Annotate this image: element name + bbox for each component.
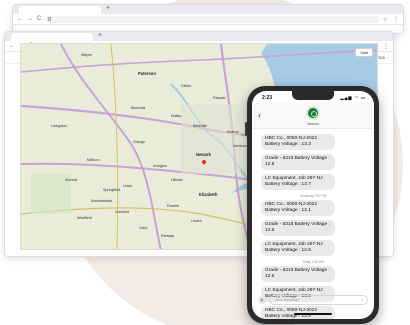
- status-bar: 2:23 ▂▄▆ ◠ ▭: [252, 93, 374, 101]
- map-place: Paterson: [138, 71, 156, 76]
- map-place: Orange: [133, 140, 145, 144]
- map-place: Hillside: [171, 178, 183, 182]
- back-chevron-icon[interactable]: ‹: [258, 110, 261, 120]
- menu-icon[interactable]: ⋮: [393, 16, 399, 23]
- message-bubble: HBC Co., 0050-NJ-2022 Battery Voltage : …: [261, 134, 335, 150]
- phone-screen: 2:23 ▂▄▆ ◠ ▭ ‹ Verizon HBC Co., 0050-NJ-…: [252, 91, 374, 319]
- browser-window-back: + ← → C ☆ ⋮: [12, 4, 404, 34]
- message-bubble: LC Equipment, Job 297-NJ Battery Voltage…: [261, 240, 335, 256]
- urban-area: [181, 104, 241, 174]
- timestamp: Yesterday 7:57 PM: [299, 194, 327, 198]
- map-place: Harrison: [233, 144, 247, 148]
- text-message-placeholder: Text Message: [275, 297, 300, 302]
- bookmark-star-icon[interactable]: ☆: [383, 16, 388, 23]
- contact-avatar[interactable]: [306, 106, 320, 120]
- marketing-composite: + ← → C ☆ ⋮ + ← → C ☆ ◯ ⋮: [0, 0, 410, 325]
- message-bubble: Grade - 5318 Battery Voltage : 12.6: [261, 266, 335, 282]
- map-place: Wayne: [81, 53, 93, 57]
- address-bar[interactable]: [45, 15, 379, 23]
- back-arrow-icon[interactable]: ←: [9, 41, 15, 52]
- menu-icon[interactable]: ⋮: [383, 43, 389, 50]
- map-place: Passaic: [213, 96, 226, 100]
- contact-name[interactable]: Verizon: [252, 122, 374, 126]
- status-icons: ▂▄▆ ◠ ▭: [340, 95, 366, 100]
- map-place: Kearny: [227, 130, 239, 134]
- new-tab-button[interactable]: +: [98, 32, 102, 40]
- map-place: Summit: [65, 178, 78, 182]
- status-time: 2:23: [262, 95, 273, 101]
- map-place: Belleville: [193, 124, 208, 128]
- road-route24: [110, 44, 119, 249]
- browser-toolbar: ← → C ☆ ⋮: [13, 14, 403, 25]
- map-place: Rahway: [161, 234, 174, 238]
- tab-bar: +: [5, 32, 393, 41]
- map-place: Clifton: [181, 84, 192, 88]
- forward-arrow-icon[interactable]: →: [27, 14, 33, 25]
- lock-icon: [48, 16, 52, 21]
- map-place: Linden: [191, 219, 202, 223]
- map-place: Union: [123, 184, 133, 188]
- map-place: Roselle: [167, 204, 179, 208]
- tab-bar: +: [13, 5, 403, 14]
- camera-icon[interactable]: ◉: [258, 296, 266, 304]
- reload-icon[interactable]: C: [37, 14, 41, 25]
- smartphone-frame: 2:23 ▂▄▆ ◠ ▭ ‹ Verizon HBC Co., 0050-NJ-…: [245, 86, 379, 324]
- timestamp: Today 1:30 AM: [302, 260, 324, 264]
- text-message-input[interactable]: Text Message ♪: [269, 295, 368, 305]
- browser-tab[interactable]: [11, 33, 93, 41]
- conversation-header: ‹ Verizon: [252, 103, 374, 129]
- map-place: Springfield: [103, 188, 120, 192]
- home-indicator: [294, 313, 332, 315]
- map-view-toggle-button[interactable]: Vast: [355, 48, 373, 57]
- message-composer: ◉ Text Message ♪: [258, 295, 368, 305]
- message-bubble: HBC Co., 0050-NJ-2022 Battery Voltage : …: [261, 200, 335, 216]
- map-place: Montclair: [131, 106, 146, 110]
- map-place: Irvington: [153, 164, 167, 168]
- map-place: Westfield: [77, 216, 92, 220]
- map-place: Clark: [139, 226, 148, 230]
- map-place: Millburn: [87, 158, 100, 162]
- map-place: Mountainside: [91, 199, 113, 203]
- browser-tab[interactable]: [19, 6, 101, 14]
- map-place: Elizabeth: [199, 192, 218, 197]
- new-tab-button[interactable]: +: [106, 5, 110, 13]
- message-bubble: Grade - 5318 Battery Voltage : 12.8: [261, 154, 335, 170]
- map-place: Nutley: [171, 114, 182, 118]
- map-place: Newark: [196, 152, 211, 157]
- message-bubble: Grade - 5318 Battery Voltage : 12.5: [261, 220, 335, 236]
- microphone-icon[interactable]: ♪: [361, 296, 363, 304]
- message-bubble: LC Equipment, Job 297-NJ Battery Voltage…: [261, 174, 335, 190]
- map-place: Cranford: [115, 210, 129, 214]
- map-place: Livingston: [51, 124, 68, 128]
- back-arrow-icon[interactable]: ←: [17, 14, 23, 25]
